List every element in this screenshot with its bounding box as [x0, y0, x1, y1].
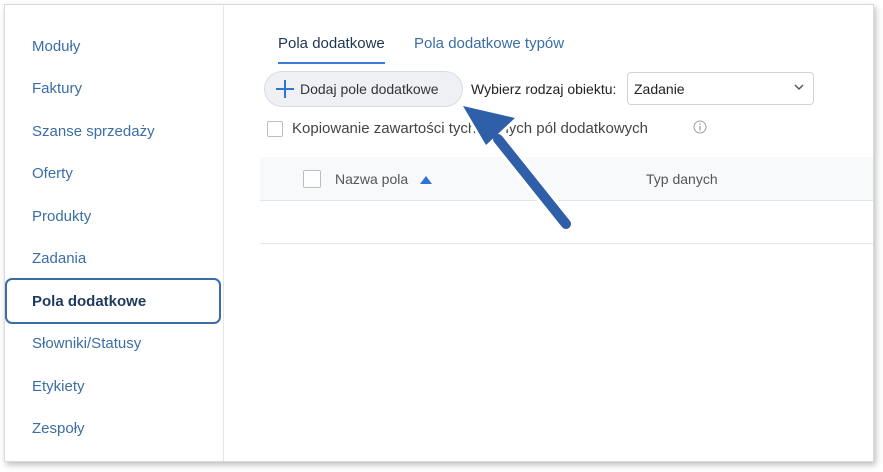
sidebar-item-pola-dodatkowe[interactable]: Pola dodatkowe — [5, 278, 221, 324]
info-icon[interactable] — [693, 120, 707, 134]
tab-pola-dodatkowe-typow[interactable]: Pola dodatkowe typów — [414, 35, 564, 62]
settings-window: Moduły Faktury Szanse sprzedaży Oferty P… — [4, 4, 874, 462]
copy-values-label: Kopiowanie zawartości tych samych pól do… — [292, 120, 649, 137]
sidebar-item-szanse-sprzedazy[interactable]: Szanse sprzedaży — [5, 110, 221, 152]
sidebar-item-zespoly[interactable]: Zespoły — [5, 407, 221, 449]
object-type-label: Wybierz rodzaj obiektu: — [471, 81, 617, 97]
plus-icon — [275, 79, 295, 99]
sidebar-item-oferty[interactable]: Oferty — [5, 152, 221, 194]
sidebar-item-produkty[interactable]: Produkty — [5, 195, 221, 237]
sort-ascending-icon[interactable] — [419, 175, 433, 185]
column-header-typ-danych[interactable]: Typ danych — [646, 171, 718, 187]
sidebar: Moduły Faktury Szanse sprzedaży Oferty P… — [5, 5, 224, 461]
column-header-nazwa-pola[interactable]: Nazwa pola — [335, 171, 408, 187]
sidebar-item-moduly[interactable]: Moduły — [5, 25, 221, 67]
object-type-select[interactable]: Zadanie — [627, 72, 814, 105]
copy-values-checkbox[interactable] — [267, 121, 283, 137]
select-all-checkbox[interactable] — [303, 170, 321, 188]
sidebar-item-faktury[interactable]: Faktury — [5, 67, 221, 109]
sidebar-item-etykiety[interactable]: Etykiety — [5, 365, 221, 407]
chevron-down-icon — [794, 84, 804, 91]
add-custom-field-label: Dodaj pole dodatkowe — [300, 81, 439, 97]
tab-pola-dodatkowe[interactable]: Pola dodatkowe — [278, 35, 385, 64]
add-custom-field-button[interactable]: Dodaj pole dodatkowe — [264, 71, 463, 107]
table-row — [260, 201, 873, 244]
sidebar-item-slowniki-statusy[interactable]: Słowniki/Statusy — [5, 322, 221, 364]
object-type-value: Zadanie — [634, 80, 685, 97]
sidebar-item-zadania[interactable]: Zadania — [5, 237, 221, 279]
